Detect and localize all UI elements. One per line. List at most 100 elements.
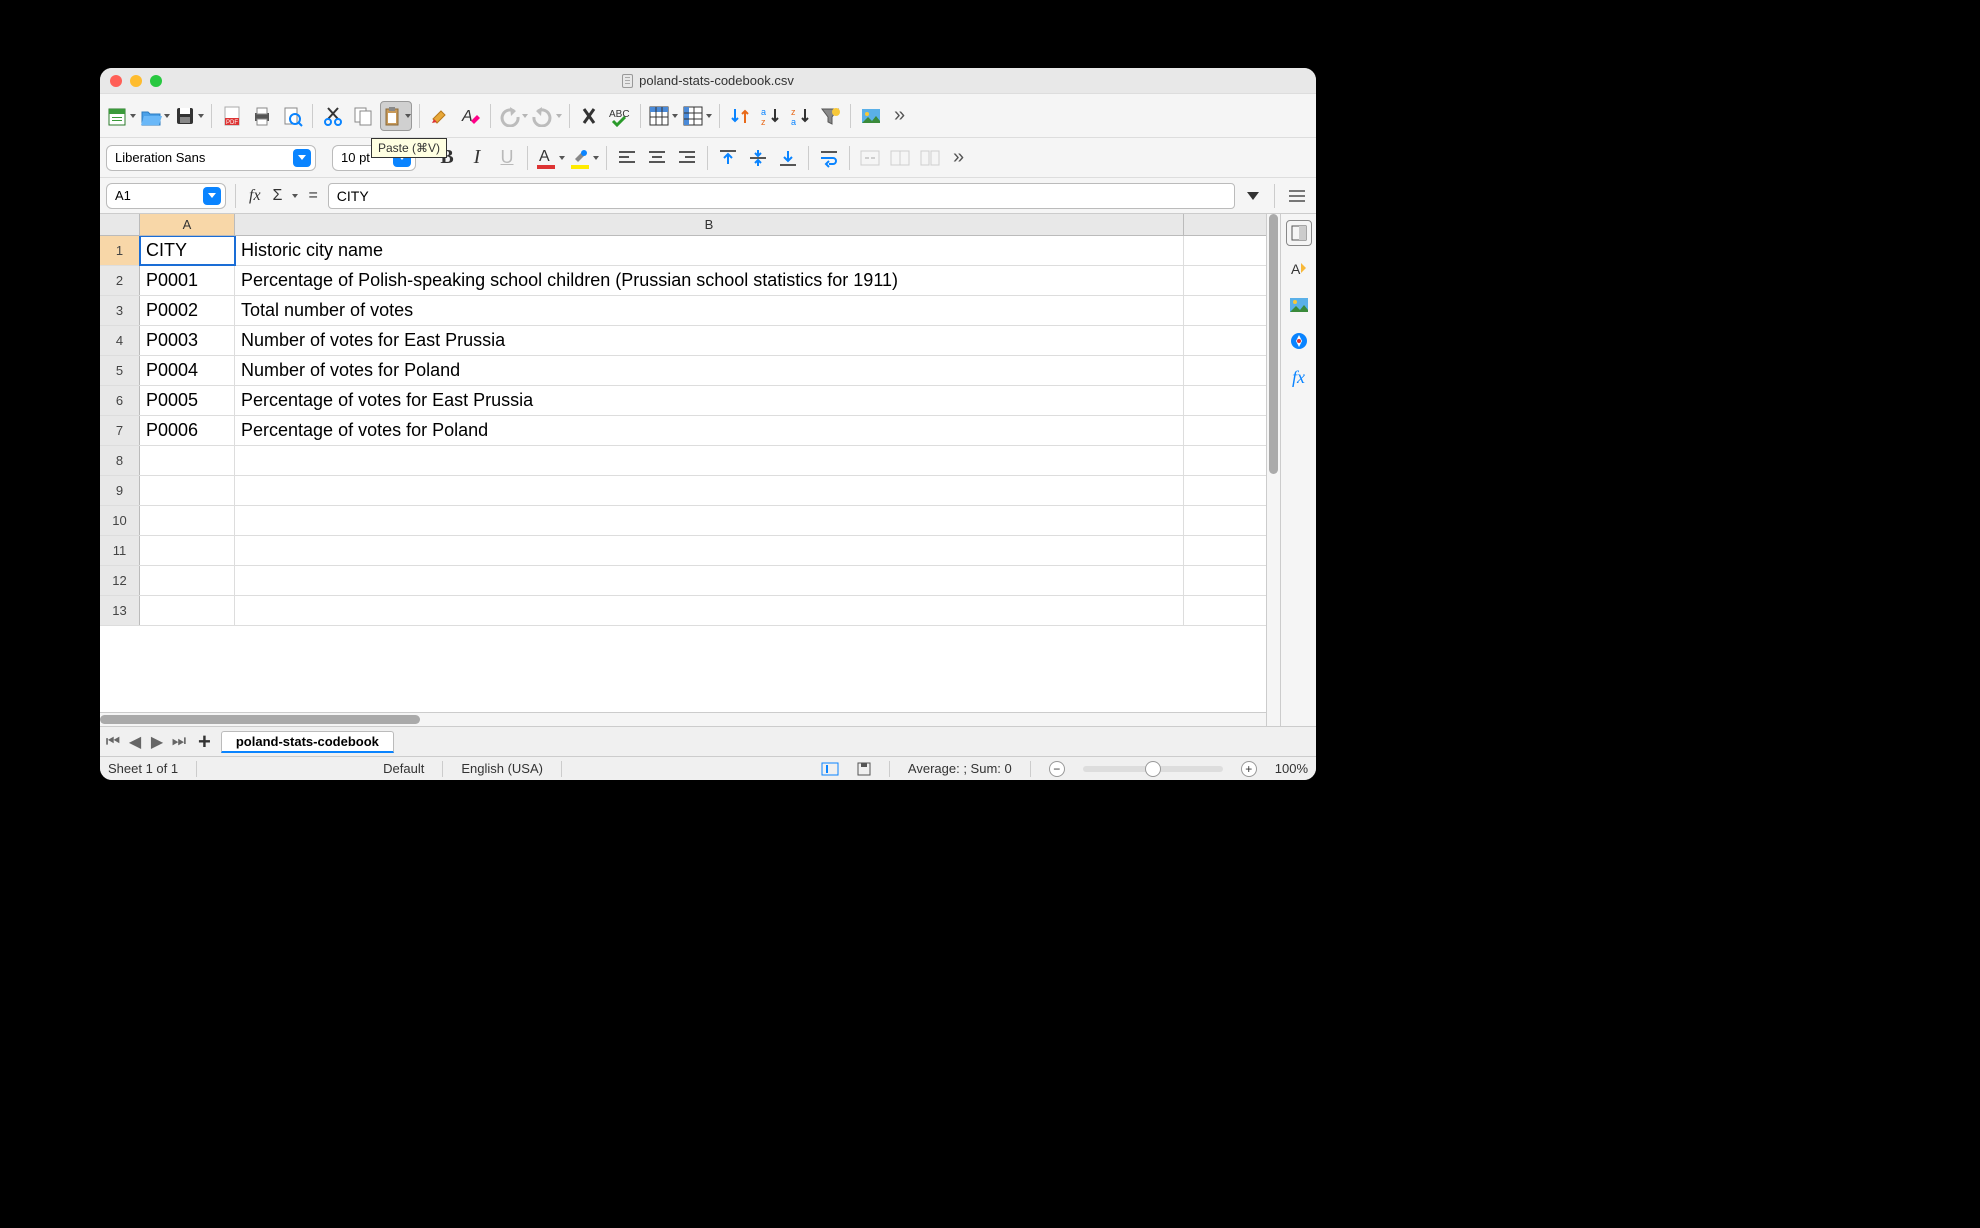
add-sheet-button[interactable]: +	[192, 729, 217, 755]
save-button[interactable]	[174, 101, 204, 131]
align-left-button[interactable]	[614, 143, 640, 173]
cell[interactable]	[235, 506, 1184, 535]
align-middle-button[interactable]	[745, 143, 771, 173]
sort-button[interactable]	[727, 101, 753, 131]
align-top-button[interactable]	[715, 143, 741, 173]
cell[interactable]	[140, 446, 235, 475]
function-wizard-button[interactable]: fx	[245, 187, 265, 205]
insert-mode-icon[interactable]	[821, 762, 839, 776]
sum-button[interactable]: Σ	[271, 187, 285, 205]
row-header[interactable]: 7	[100, 416, 140, 445]
cell[interactable]	[140, 596, 235, 625]
italic-button[interactable]: I	[464, 143, 490, 173]
autofilter-button[interactable]	[817, 101, 843, 131]
sort-asc-button[interactable]: az	[757, 101, 783, 131]
cut-button[interactable]	[320, 101, 346, 131]
font-color-button[interactable]: A	[535, 143, 565, 173]
cell[interactable]: Percentage of Polish-speaking school chi…	[235, 266, 1184, 295]
horizontal-scrollbar[interactable]	[100, 712, 1266, 726]
insert-image-button[interactable]	[858, 101, 884, 131]
cell[interactable]: Historic city name	[235, 236, 1184, 265]
row-header[interactable]: 4	[100, 326, 140, 355]
row-header[interactable]: 2	[100, 266, 140, 295]
formula-equals-button[interactable]: =	[304, 187, 321, 205]
cell[interactable]	[140, 566, 235, 595]
print-preview-button[interactable]	[279, 101, 305, 131]
cell[interactable]	[235, 566, 1184, 595]
zoom-level-label[interactable]: 100%	[1275, 761, 1308, 776]
zoom-in-button[interactable]: +	[1241, 761, 1257, 777]
font-name-dropdown-icon[interactable]	[293, 149, 311, 167]
paste-button[interactable]: Paste (⌘V)	[380, 101, 412, 131]
cell[interactable]: P0004	[140, 356, 235, 385]
new-doc-button[interactable]	[106, 101, 136, 131]
sheet-tab-active[interactable]: poland-stats-codebook	[221, 731, 394, 753]
tab-nav-first[interactable]: ⏮	[104, 733, 122, 751]
navigator-panel-icon[interactable]	[1286, 328, 1312, 354]
font-name-selector[interactable]: Liberation Sans	[106, 145, 316, 171]
highlight-color-button[interactable]	[569, 143, 599, 173]
align-right-button[interactable]	[674, 143, 700, 173]
column-header-a[interactable]: A	[140, 214, 235, 235]
row-header[interactable]: 8	[100, 446, 140, 475]
tab-nav-prev[interactable]: ◀	[126, 733, 144, 751]
clear-formatting-button[interactable]: A	[457, 101, 483, 131]
wrap-text-button[interactable]	[816, 143, 842, 173]
tab-nav-next[interactable]: ▶	[148, 733, 166, 751]
row-header[interactable]: 10	[100, 506, 140, 535]
vertical-scrollbar[interactable]	[1266, 214, 1280, 726]
underline-button[interactable]: U	[494, 143, 520, 173]
cell[interactable]: P0006	[140, 416, 235, 445]
cell-style-label[interactable]: Default	[383, 761, 424, 776]
cell[interactable]: P0002	[140, 296, 235, 325]
print-button[interactable]	[249, 101, 275, 131]
cell[interactable]: CITY	[140, 236, 235, 265]
aggregate-label[interactable]: Average: ; Sum: 0	[908, 761, 1012, 776]
zoom-out-button[interactable]: −	[1049, 761, 1065, 777]
spreadsheet-grid[interactable]: A B 1CITYHistoric city name2P0001Percent…	[100, 214, 1266, 726]
merge-center-button[interactable]	[887, 143, 913, 173]
toolbar-overflow-button[interactable]: »	[888, 104, 911, 127]
styles-panel-icon[interactable]: A	[1286, 256, 1312, 282]
cell[interactable]: Percentage of votes for Poland	[235, 416, 1184, 445]
cell[interactable]	[235, 596, 1184, 625]
row-header[interactable]: 6	[100, 386, 140, 415]
align-center-button[interactable]	[644, 143, 670, 173]
undo-button[interactable]	[498, 101, 528, 131]
format-toolbar-overflow-button[interactable]: »	[947, 146, 970, 169]
functions-panel-icon[interactable]: fx	[1286, 364, 1312, 390]
cell[interactable]: Percentage of votes for East Prussia	[235, 386, 1184, 415]
select-all-corner[interactable]	[100, 214, 140, 235]
cell[interactable]	[235, 476, 1184, 505]
find-replace-button[interactable]	[577, 101, 603, 131]
cell[interactable]	[140, 536, 235, 565]
cell[interactable]: Total number of votes	[235, 296, 1184, 325]
row-header[interactable]: 9	[100, 476, 140, 505]
save-status-icon[interactable]	[857, 762, 871, 776]
cell[interactable]: Number of votes for East Prussia	[235, 326, 1184, 355]
cell-reference-box[interactable]: A1	[106, 183, 226, 209]
row-header[interactable]: 3	[100, 296, 140, 325]
language-label[interactable]: English (USA)	[461, 761, 543, 776]
open-button[interactable]	[140, 101, 170, 131]
formula-input[interactable]	[328, 183, 1235, 209]
cell[interactable]: P0003	[140, 326, 235, 355]
sort-desc-button[interactable]: za	[787, 101, 813, 131]
zoom-slider[interactable]	[1083, 766, 1223, 772]
spellcheck-button[interactable]: ABC	[607, 101, 633, 131]
tab-nav-last[interactable]: ⏭	[170, 733, 188, 751]
cell[interactable]: P0001	[140, 266, 235, 295]
column-button[interactable]	[682, 101, 712, 131]
cell[interactable]	[140, 476, 235, 505]
cell-ref-dropdown-icon[interactable]	[203, 187, 221, 205]
cell[interactable]: P0005	[140, 386, 235, 415]
clone-formatting-button[interactable]	[427, 101, 453, 131]
row-header[interactable]: 11	[100, 536, 140, 565]
row-header[interactable]: 5	[100, 356, 140, 385]
row-button[interactable]	[648, 101, 678, 131]
row-header[interactable]: 12	[100, 566, 140, 595]
gallery-panel-icon[interactable]	[1286, 292, 1312, 318]
align-bottom-button[interactable]	[775, 143, 801, 173]
export-pdf-button[interactable]: PDF	[219, 101, 245, 131]
cell[interactable]: Number of votes for Poland	[235, 356, 1184, 385]
